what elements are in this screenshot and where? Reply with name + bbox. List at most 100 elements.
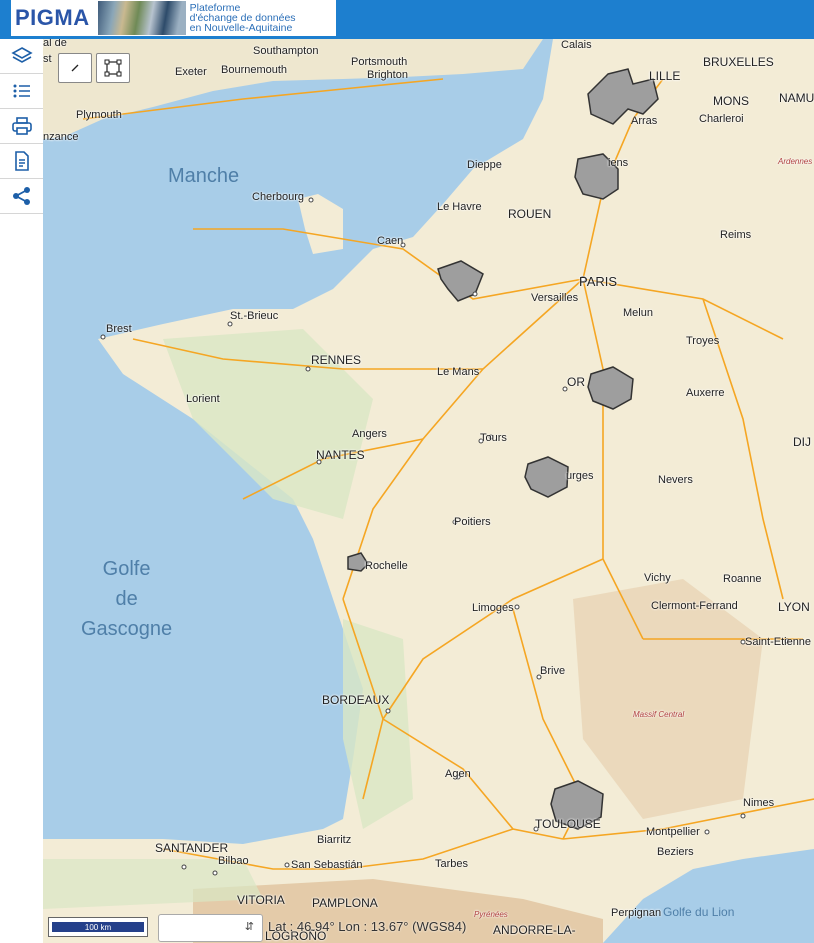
place-label: Bournemouth [221, 64, 288, 76]
sea-label-golfe: Golfe de Gascogne [81, 554, 172, 644]
app-header: PIGMA Plateforme d'échange de données en… [0, 0, 814, 39]
place-label: Biarritz [317, 834, 352, 846]
place-label: Bilbao [218, 855, 249, 867]
legend-list-icon [13, 84, 30, 98]
place-label: NANTES [316, 448, 365, 462]
place-label: Agen [445, 768, 471, 780]
place-label: iens [608, 157, 629, 169]
place-label: BRUXELLES [703, 55, 774, 69]
document-button[interactable] [0, 144, 43, 179]
place-label: Montpellier [646, 826, 700, 838]
place-label: LILLE [649, 69, 681, 83]
place-label: Nevers [658, 474, 693, 486]
place-label: ANDORRE-LA- [493, 923, 576, 937]
place-label: Calais [561, 39, 592, 51]
place-label: MONS [713, 94, 749, 108]
place-label: Le Mans [437, 366, 480, 378]
place-label: Rochelle [365, 560, 408, 572]
place-label: Melun [623, 307, 653, 319]
line-icon [71, 64, 79, 72]
scale-bar: 100 km [48, 917, 148, 937]
print-icon [11, 117, 32, 135]
logo-subtitle: Plateforme d'échange de données en Nouve… [189, 3, 296, 34]
place-label: Pyrénées [474, 910, 508, 919]
place-label: VITORIA [237, 893, 285, 907]
place-label: BORDEAUX [322, 693, 390, 707]
map-view[interactable]: Manche Golfe de Gascogne Golfe du Lion S… [43, 39, 814, 943]
place-label: Saint-Etienne [745, 636, 812, 648]
place-label: NAMU [779, 91, 814, 105]
draw-box-button[interactable] [96, 53, 130, 83]
place-label: Le Havre [437, 201, 482, 213]
place-label: Brive [540, 665, 566, 677]
place-label: Poitiers [454, 516, 491, 528]
place-label: OR [567, 375, 585, 389]
place-label: Dieppe [467, 159, 502, 171]
bounding-box-icon [104, 59, 122, 77]
place-label: Portsmouth [351, 56, 408, 68]
scale-label: 100 km [84, 922, 112, 932]
place-label: nzance [43, 131, 79, 143]
place-label: al de [43, 39, 67, 49]
print-button[interactable] [0, 109, 43, 144]
pigma-logo[interactable]: PIGMA Plateforme d'échange de données en… [11, 0, 336, 36]
place-label: Limoges [472, 602, 514, 614]
sea-label-golfe-line3: Gascogne [81, 618, 173, 640]
logo-text: PIGMA [15, 5, 90, 30]
legend-button[interactable] [0, 74, 43, 109]
place-label: Southampton [253, 45, 319, 57]
place-label: Beziers [657, 846, 694, 858]
place-label: PARIS [579, 274, 618, 289]
place-label: Versailles [531, 292, 579, 304]
place-label: Brest [106, 323, 132, 335]
place-label: Massif Central [633, 710, 685, 719]
place-label: Troyes [686, 335, 720, 347]
place-label: DIJ [793, 435, 811, 449]
place-label: Caen [377, 235, 404, 247]
place-label: st [43, 53, 52, 65]
basemap [43, 39, 814, 943]
draw-toolbar [58, 53, 130, 83]
place-label: PAMPLONA [312, 896, 378, 910]
place-label: San Sebastián [291, 859, 363, 871]
cursor-coordinates: Lat : 46.94° Lon : 13.67° (WGS84) [268, 919, 467, 934]
place-label: Auxerre [686, 387, 725, 399]
sea-label-golfe-line2: de [115, 588, 138, 610]
document-icon [14, 151, 29, 171]
place-label: Tarbes [435, 858, 469, 870]
place-label: ROUEN [508, 207, 552, 221]
sea-label-golfe-line1: Golfe [102, 558, 151, 580]
place-label: urges [566, 470, 594, 482]
share-button[interactable] [0, 179, 43, 214]
place-label: Arras [631, 115, 658, 127]
place-label: LYON [778, 600, 810, 614]
draw-line-button[interactable] [58, 53, 92, 83]
select-arrows-icon: ⇵ [244, 921, 254, 933]
layers-button[interactable] [0, 39, 43, 74]
share-icon [12, 187, 30, 205]
place-label: Angers [352, 428, 387, 440]
place-label: TOULOUSE [535, 817, 601, 831]
sea-label-golfe-lion: Golfe du Lion [663, 905, 735, 919]
subtitle-line3: en Nouvelle-Aquitaine [189, 22, 293, 34]
place-label: Perpignan [611, 907, 662, 919]
place-label: Reims [720, 229, 752, 241]
place-label: Roanne [723, 573, 762, 585]
place-label: Vichy [644, 572, 671, 584]
place-label: Exeter [175, 66, 207, 78]
place-label: Plymouth [76, 109, 122, 121]
place-label: Clermont-Ferrand [651, 600, 738, 612]
place-label: St.-Brieuc [230, 310, 279, 322]
logo-image [97, 1, 186, 35]
projection-select[interactable]: ⇵ [158, 914, 263, 942]
place-label: Lorient [186, 393, 220, 405]
sea-label-manche: Manche [168, 165, 240, 187]
place-label: Cherbourg [252, 191, 304, 203]
place-label: Charleroi [699, 113, 744, 125]
layers-icon [10, 47, 33, 63]
place-label: Nimes [743, 797, 775, 809]
place-label: RENNES [311, 353, 362, 367]
sidebar [0, 39, 44, 943]
place-label: Tours [480, 432, 507, 444]
place-label: Ardennes [778, 157, 813, 166]
